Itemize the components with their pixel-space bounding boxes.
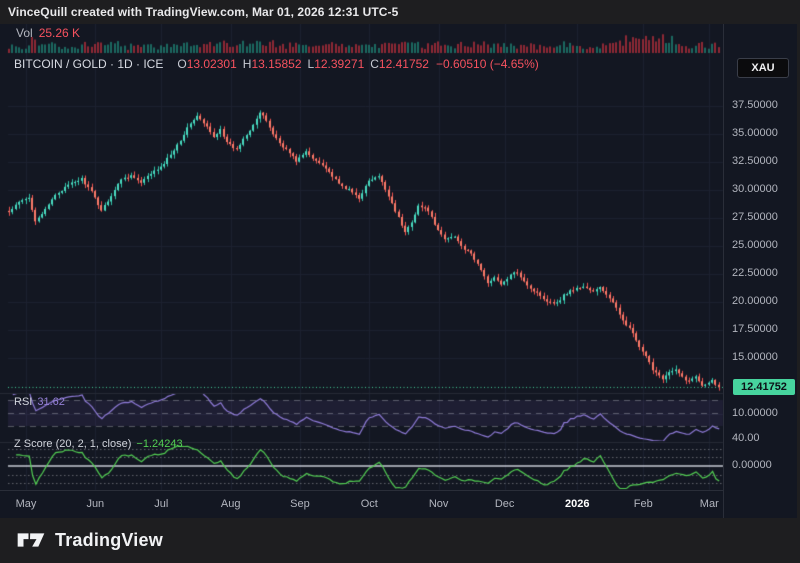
price-axis-tick: 17.50000 — [732, 323, 778, 335]
price-axis-tick: 37.50000 — [732, 99, 778, 111]
tradingview-logo[interactable]: TradingView — [16, 528, 163, 552]
symbol-title[interactable]: BITCOIN / GOLD · 1D · ICE — [14, 57, 163, 71]
close-value: 12.41752 — [379, 57, 429, 71]
tradingview-logo-text: TradingView — [55, 530, 163, 551]
zscore-axis-tick: 0.00000 — [732, 459, 772, 471]
low-value: 12.39271 — [314, 57, 364, 71]
open-label: O — [177, 57, 186, 71]
price-axis-tick: 20.00000 — [732, 295, 778, 307]
high-value: 13.15852 — [251, 57, 301, 71]
close-label: C — [370, 57, 379, 71]
price-axis-tick: 22.50000 — [732, 267, 778, 279]
time-axis-label: Oct — [361, 498, 378, 510]
price-axis-tick: 30.00000 — [732, 183, 778, 195]
zscore-label: Z Score (20, 2, 1, close) — [14, 438, 131, 450]
footer-bar: TradingView — [0, 518, 800, 563]
last-price-badge[interactable]: 12.41752 — [733, 379, 795, 395]
price-axis-tick: 10.00000 — [732, 407, 778, 419]
volume-legend[interactable]: Vol 25.26 K — [16, 26, 80, 40]
change-value: −0.60510 (−4.65%) — [436, 57, 539, 71]
price-axis[interactable]: XAU 12.41752 40.00 0.00000 37.50000 35.00… — [723, 24, 797, 518]
zscore-legend[interactable]: Z Score (20, 2, 1, close) −1.24243 — [14, 438, 183, 450]
volume-value: 25.26 K — [39, 26, 80, 40]
attribution-bar: VinceQuill created with TradingView.com,… — [0, 0, 800, 24]
price-axis-tick: 32.50000 — [732, 155, 778, 167]
zscore-value: −1.24243 — [136, 438, 182, 450]
open-value: 13.02301 — [187, 57, 237, 71]
chart-area: Vol25.26 K BITCOIN / GOLD · 1D · ICEO13.… — [0, 24, 797, 518]
time-axis[interactable]: May Jun Jul Aug Sep Oct Nov Dec 2026 Feb Mar — [0, 490, 723, 518]
volume-label: Vol — [16, 26, 33, 40]
tradingview-screenshot: VinceQuill created with TradingView.com,… — [0, 0, 800, 563]
rsi-axis-tick: 40.00 — [732, 432, 760, 444]
attribution-text: VinceQuill created with TradingView.com,… — [8, 5, 398, 19]
time-axis-label: Mar — [700, 498, 719, 510]
time-axis-label: Dec — [495, 498, 515, 510]
time-axis-label: May — [16, 498, 37, 510]
time-axis-label: Aug — [221, 498, 241, 510]
rsi-label: RSI — [14, 396, 32, 408]
price-axis-tick: 35.00000 — [732, 127, 778, 139]
time-axis-label: Sep — [290, 498, 310, 510]
time-axis-label: Feb — [634, 498, 653, 510]
price-axis-tick: 15.00000 — [732, 351, 778, 363]
price-axis-tick: 27.50000 — [732, 211, 778, 223]
symbol-legend[interactable]: BITCOIN / GOLD · 1D · ICEO13.02301H13.15… — [14, 57, 539, 71]
rsi-value: 31.62 — [37, 396, 65, 408]
time-axis-label: Nov — [429, 498, 449, 510]
tradingview-logo-icon — [16, 528, 46, 552]
time-axis-label: Jul — [154, 498, 168, 510]
time-axis-label: 2026 — [565, 498, 589, 510]
unit-badge[interactable]: XAU — [737, 58, 789, 78]
rsi-legend[interactable]: RSI 31.62 — [14, 396, 65, 408]
price-axis-tick: 25.00000 — [732, 239, 778, 251]
time-axis-label: Jun — [86, 498, 104, 510]
